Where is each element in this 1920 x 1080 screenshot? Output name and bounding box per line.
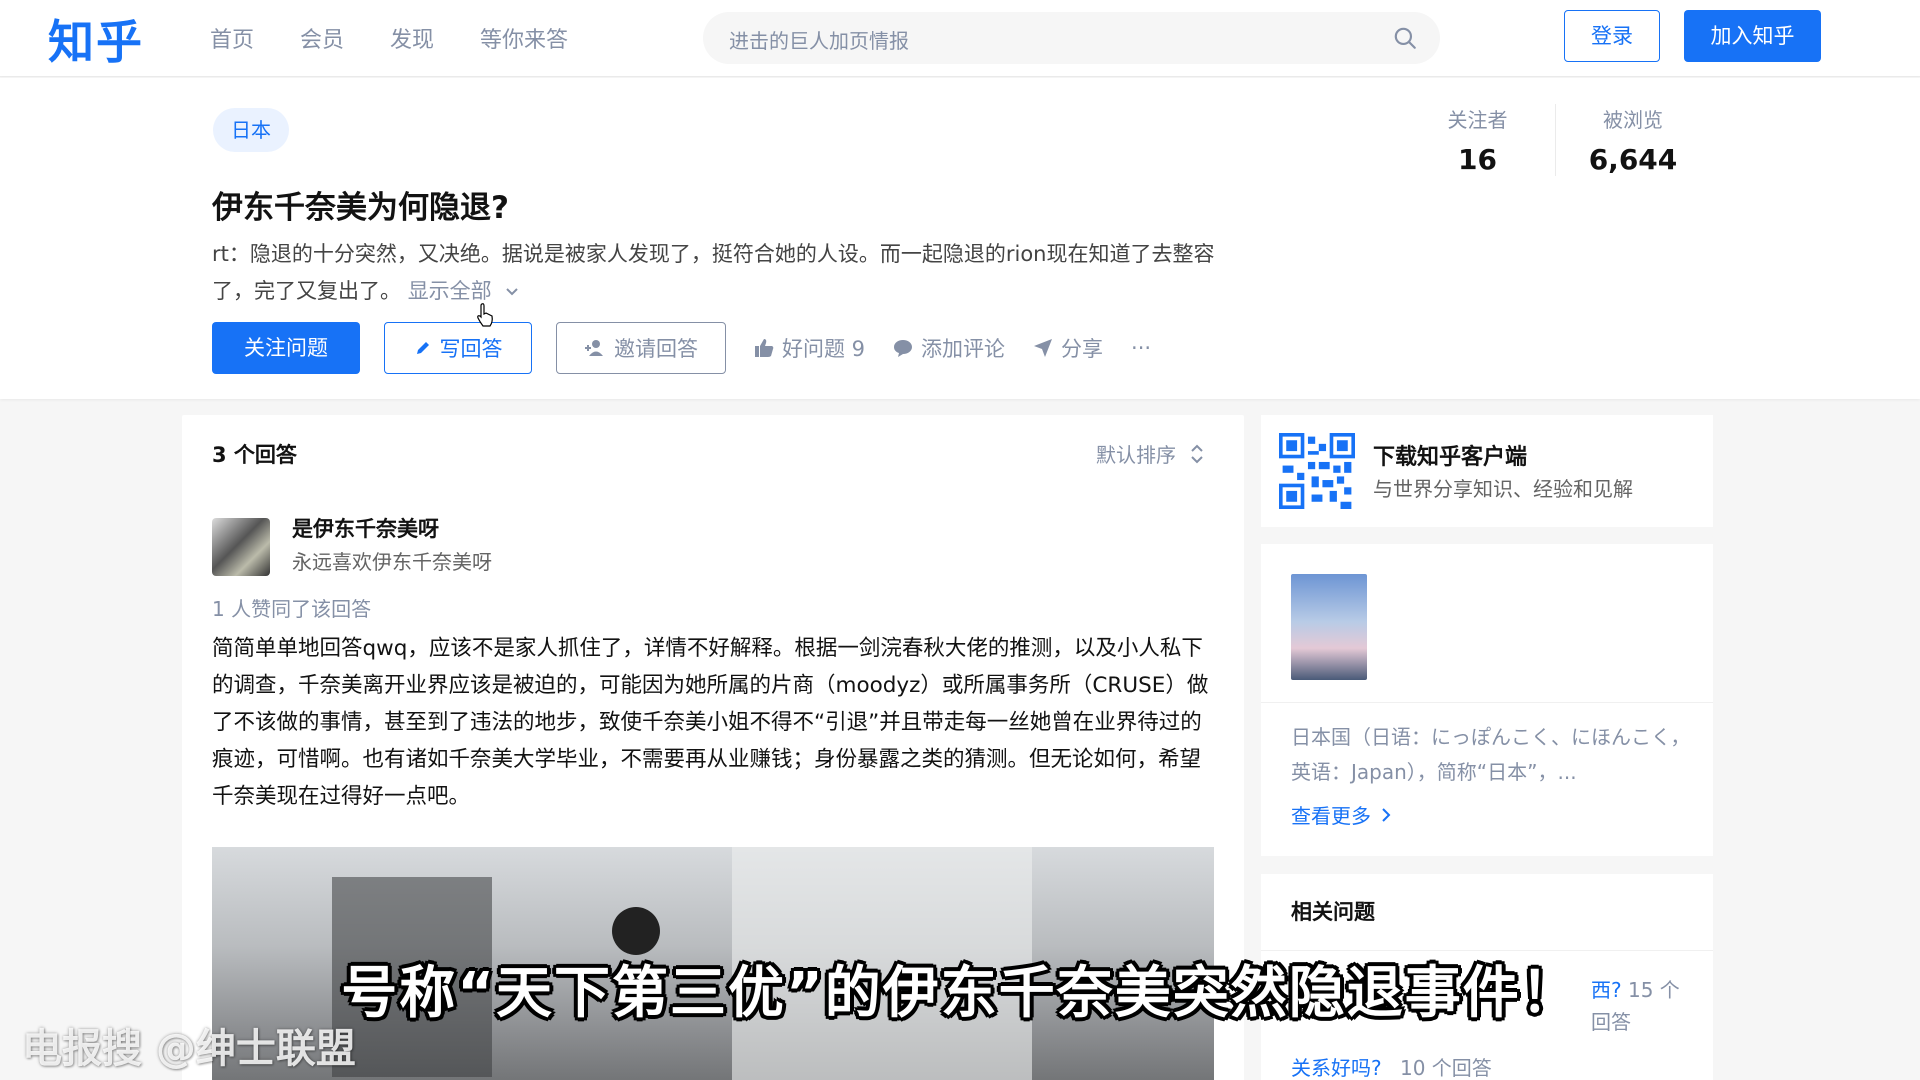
nav-waiting-answers[interactable]: 等你来答	[480, 22, 568, 54]
answer-author-name[interactable]: 是伊东千奈美呀	[292, 513, 439, 543]
topic-description: 日本国（日语：にっぽんこく、にほんこく，英语：Japan），简称“日本”，...	[1291, 725, 1691, 784]
related-question-count: 10 个回答	[1399, 1056, 1492, 1080]
write-answer-label: 写回答	[439, 337, 503, 361]
question-description-text: rt：隐退的十分突然，又决绝。据说是被家人发现了，挺符合她的人设。而一起隐退的r…	[212, 242, 1215, 303]
write-answer-button[interactable]: 写回答	[384, 322, 532, 374]
good-question-label: 好问题 9	[782, 337, 866, 361]
share-button[interactable]: 分享	[1033, 333, 1103, 363]
answer-content: 简简单单地回答qwq，应该不是家人抓住了，详情不好解释。根据一剑浣春秋大佬的推测…	[212, 636, 1209, 809]
views-stat: 被浏览 6,644	[1555, 104, 1710, 176]
pencil-icon	[416, 342, 429, 354]
comment-icon	[894, 340, 913, 357]
followers-value: 16	[1458, 143, 1497, 176]
sort-dropdown[interactable]: 默认排序	[1096, 439, 1204, 468]
show-all-link[interactable]: 显示全部	[408, 279, 521, 303]
nav-home[interactable]: 首页	[210, 22, 254, 54]
invite-answer-label: 邀请回答	[614, 337, 698, 361]
divider	[1261, 702, 1713, 703]
topic-tag[interactable]: 日本	[213, 108, 289, 152]
chevron-down-icon	[506, 288, 519, 296]
answer-author-bio: 永远喜欢伊东千奈美呀	[292, 550, 492, 574]
add-comment-button[interactable]: 添加评论	[893, 333, 1005, 363]
avatar[interactable]	[212, 518, 270, 576]
answer-vote-count: 1 人赞同了该回答	[212, 597, 372, 621]
question-stats: 关注者 16 被浏览 6,644	[1400, 104, 1710, 176]
follow-question-button[interactable]: 关注问题	[212, 322, 360, 374]
followers-label: 关注者	[1447, 108, 1508, 132]
download-app-card[interactable]: 下载知乎客户端 与世界分享知识、经验和见解	[1261, 415, 1713, 527]
hand-cursor-icon	[477, 303, 493, 327]
chevron-right-icon	[1382, 807, 1391, 822]
paper-plane-icon	[1034, 339, 1053, 357]
question-header: 日本 伊东千奈美为何隐退? rt：隐退的十分突然，又决绝。据说是被家人发现了，挺…	[0, 78, 1920, 399]
download-subtitle: 与世界分享知识、经验和见解	[1373, 477, 1633, 501]
sort-arrows-icon	[1191, 444, 1203, 463]
watermark: 电报搜 @绅士联盟	[22, 1026, 356, 1072]
question-title: 伊东千奈美为何隐退?	[212, 190, 509, 226]
download-title: 下载知乎客户端	[1373, 445, 1528, 470]
qr-code-icon	[1279, 433, 1355, 509]
search-icon[interactable]	[1392, 25, 1418, 51]
add-user-icon	[585, 340, 603, 356]
invite-answer-button[interactable]: 邀请回答	[556, 322, 726, 374]
answer-count: 3 个回答	[212, 443, 297, 467]
related-question-text: 关系好吗?	[1291, 1056, 1382, 1080]
show-all-label: 显示全部	[407, 279, 492, 303]
main-nav: 首页 会员 发现 等你来答	[210, 22, 568, 54]
topic-card: 日本国（日语：にっぽんこく、にほんこく，英语：Japan），简称“日本”，...…	[1261, 544, 1713, 856]
share-label: 分享	[1061, 337, 1104, 361]
question-description: rt：隐退的十分突然，又决绝。据说是被家人发现了，挺符合她的人设。而一起隐退的r…	[212, 236, 1222, 310]
login-button[interactable]: 登录	[1564, 10, 1660, 62]
zhihu-logo[interactable]: 知乎	[48, 6, 144, 72]
add-comment-label: 添加评论	[921, 337, 1006, 361]
related-question-item[interactable]: 关系好吗? 10 个回答	[1291, 1052, 1492, 1080]
more-actions-button[interactable]: ···	[1131, 336, 1151, 360]
views-value: 6,644	[1588, 143, 1678, 176]
topic-image[interactable]	[1291, 574, 1367, 680]
good-question-button[interactable]: 好问题 9	[754, 333, 865, 363]
nav-discover[interactable]: 发现	[390, 22, 434, 54]
question-actions: 关注问题 写回答 邀请回答 好问题 9 添加评论 分享 ···	[212, 322, 1151, 374]
nav-membership[interactable]: 会员	[300, 22, 344, 54]
top-navbar: 知乎 首页 会员 发现 等你来答 进击的巨人加页情报 登录 加入知乎	[0, 0, 1920, 77]
search-placeholder: 进击的巨人加页情报	[729, 29, 909, 53]
views-label: 被浏览	[1603, 108, 1663, 132]
thumbs-up-icon	[755, 339, 774, 357]
view-more-label: 查看更多	[1291, 804, 1371, 828]
sort-label: 默认排序	[1096, 443, 1176, 467]
view-more-link[interactable]: 查看更多	[1291, 800, 1391, 829]
related-questions-title: 相关问题	[1291, 900, 1375, 924]
followers-stat[interactable]: 关注者 16	[1400, 104, 1555, 176]
search-input[interactable]: 进击的巨人加页情报	[703, 12, 1440, 64]
join-button[interactable]: 加入知乎	[1684, 10, 1821, 62]
